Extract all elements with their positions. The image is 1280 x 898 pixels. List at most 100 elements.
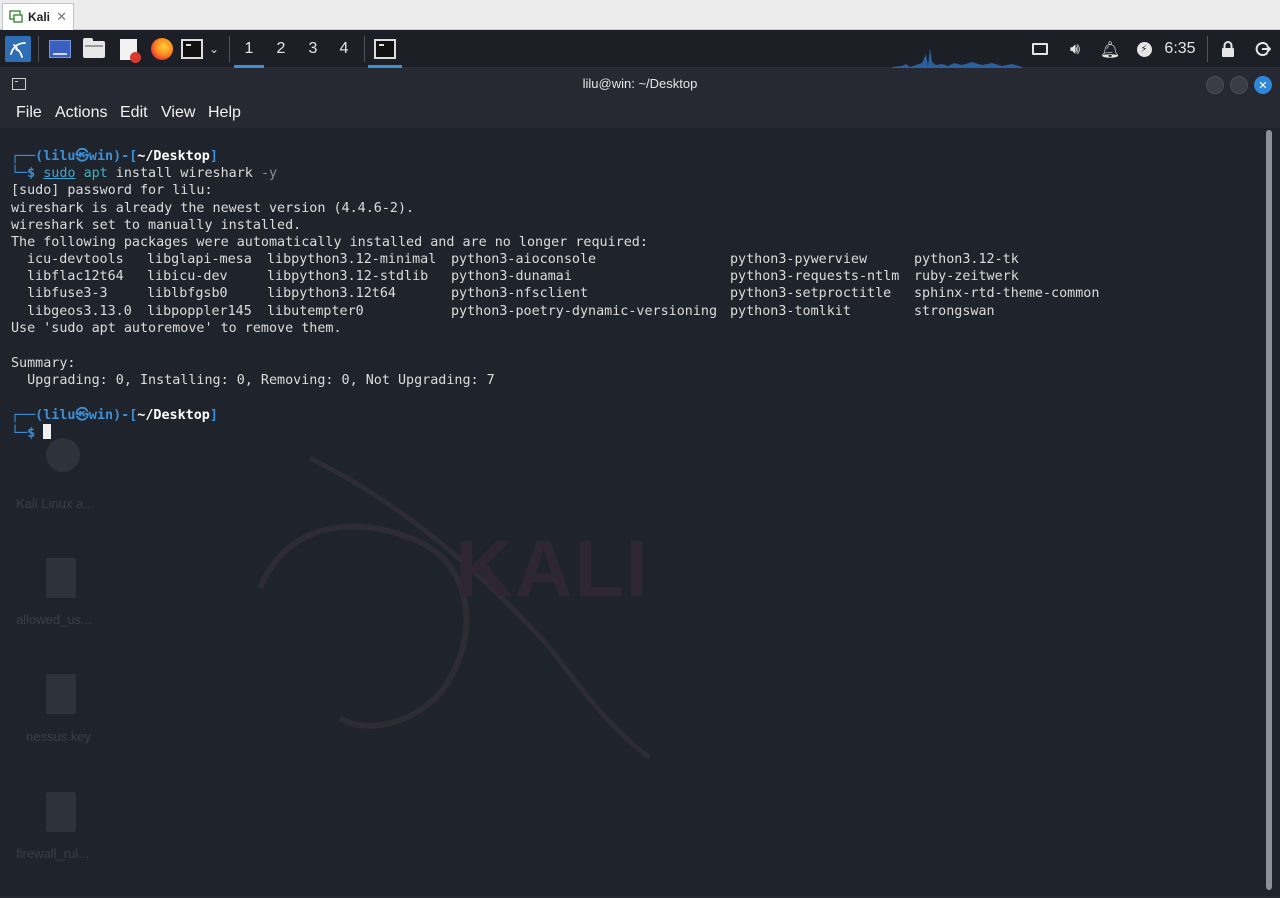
output-line: wireshark set to manually installed. — [11, 218, 302, 233]
workspace-2[interactable]: 2 — [266, 30, 296, 68]
vm-tab-strip: Kali ✕ — [0, 0, 1280, 30]
package-name: libpython3.12-stdlib — [267, 269, 429, 284]
package-name: libicu-dev — [147, 269, 228, 284]
kali-watermark-text: KALI — [455, 524, 650, 613]
prompt-line: ┌──(lilu㉿win)-[~/Desktop] — [11, 149, 218, 164]
text-editor-button[interactable] — [114, 30, 142, 68]
package-name: python3-setproctitle — [730, 286, 892, 301]
lightning-icon: ⚡︎ — [1136, 41, 1152, 57]
package-name: sphinx-rtd-theme-common — [914, 286, 1100, 301]
file-manager-button[interactable] — [80, 30, 108, 68]
menu-actions[interactable]: Actions — [55, 104, 107, 122]
volume-icon: 🔊︎ — [1069, 39, 1081, 58]
top-panel: ⌄ 1 2 3 4 🔊︎ 🔔︎ ⚡︎ 6:35 — [0, 30, 1280, 68]
vm-tab-close-icon[interactable]: ✕ — [56, 10, 67, 25]
volume-button[interactable]: 🔊︎ — [1063, 30, 1087, 68]
prompt-symbol: $ — [27, 166, 36, 181]
output-line: [sudo] password for lilu: — [11, 183, 213, 198]
package-name: liblbfgsb0 — [147, 286, 228, 301]
show-desktop-button[interactable] — [46, 30, 74, 68]
vm-tab-kali[interactable]: Kali ✕ — [2, 3, 74, 30]
package-row: libflac12t64 libicu-dev libpython3.12-st… — [0, 268, 1262, 285]
package-name: libglapi-mesa — [147, 252, 252, 267]
close-icon: ✕ — [1258, 78, 1268, 92]
scrollbar-thumb[interactable] — [1266, 130, 1272, 890]
prompt-dir: ~/Desktop — [137, 408, 210, 423]
menu-help[interactable]: Help — [208, 104, 241, 122]
package-name: python3-aioconsole — [451, 252, 597, 267]
command-args: install wireshark — [107, 166, 261, 181]
firefox-button[interactable] — [148, 30, 176, 68]
output-line: Upgrading: 0, Installing: 0, Removing: 0… — [11, 373, 495, 388]
vm-icon — [9, 8, 23, 27]
chevron-down-icon: ⌄ — [208, 42, 220, 56]
workspace-4[interactable]: 4 — [329, 30, 359, 68]
terminal-icon — [374, 39, 396, 59]
clock[interactable]: 6:35 — [1162, 30, 1198, 68]
package-name: icu-devtools — [27, 252, 124, 267]
menu-file[interactable]: File — [16, 104, 42, 122]
prompt-user: lilu — [43, 408, 76, 423]
package-name: python3-tomlkit — [730, 304, 851, 319]
command-line: └─$ sudo apt install wireshark -y — [11, 166, 278, 181]
kali-menu-button[interactable] — [4, 30, 32, 68]
window-title: lilu@win: ~/Desktop — [582, 76, 698, 91]
prompt-at: ㉿ — [75, 408, 89, 423]
monitor-icon — [1032, 43, 1048, 55]
prompt-dir: ~/Desktop — [137, 149, 210, 164]
package-name: strongswan — [914, 304, 995, 319]
package-name: python3-pywerview — [730, 252, 868, 267]
output-line: wireshark is already the newest version … — [11, 201, 415, 216]
package-row: libgeos3.13.0 libpoppler145 libutempter0… — [0, 303, 1262, 320]
prompt-host: win — [88, 408, 114, 423]
terminal-output-area[interactable]: KALI Kali Linux a... allowed_us... nessu… — [0, 128, 1262, 896]
desktop-icon-label: nessus.key — [26, 729, 92, 744]
prompt-user: lilu — [43, 149, 76, 164]
terminal-launcher-button[interactable] — [180, 30, 204, 68]
package-row: icu-devtools libglapi-mesa libpython3.12… — [0, 251, 1262, 268]
package-name: python3.12-tk — [914, 252, 1019, 267]
lock-icon — [1222, 41, 1234, 57]
package-name: libfuse3-3 — [27, 286, 108, 301]
kali-dragon-icon — [5, 36, 31, 62]
minimize-button[interactable] — [1206, 76, 1224, 94]
logout-button[interactable] — [1251, 30, 1275, 68]
bell-icon: 🔔︎ — [1099, 39, 1121, 59]
vm-tab-label: Kali — [28, 10, 51, 24]
desktop-file-icon — [46, 792, 76, 832]
folder-icon — [83, 37, 105, 58]
desktop-icon-label: Kali Linux a... — [16, 496, 95, 511]
command-line[interactable]: └─$ — [11, 424, 52, 441]
power-status-button[interactable]: ⚡︎ — [1132, 30, 1156, 68]
launcher-dropdown[interactable]: ⌄ — [205, 30, 223, 68]
close-button[interactable]: ✕ — [1254, 76, 1272, 94]
package-name: python3-poetry-dynamic-versioning — [451, 304, 718, 319]
clock-text: 6:35 — [1164, 40, 1196, 57]
menu-view[interactable]: View — [161, 104, 195, 122]
window-titlebar[interactable]: lilu@win: ~/Desktop ✕ — [0, 68, 1280, 102]
workspace-1[interactable]: 1 — [234, 30, 264, 68]
prompt-symbol: $ — [27, 426, 36, 441]
package-name: libflac12t64 — [27, 269, 124, 284]
lock-screen-button[interactable] — [1216, 30, 1240, 68]
desktop-disc-icon — [46, 438, 80, 472]
notifications-button[interactable]: 🔔︎ — [1098, 30, 1122, 68]
package-name: libpython3.12t64 — [267, 286, 396, 301]
logout-icon — [1255, 42, 1271, 56]
desktop-icon — [49, 40, 71, 58]
workspace-3[interactable]: 3 — [298, 30, 328, 68]
terminal-scrollbar[interactable] — [1262, 128, 1280, 896]
output-line: The following packages were automaticall… — [11, 235, 648, 250]
prompt-line: ┌──(lilu㉿win)-[~/Desktop] — [11, 408, 218, 423]
desktop-icon-label: firewall_rul... — [16, 846, 89, 861]
terminal-window: lilu@win: ~/Desktop ✕ File Actions Edit … — [0, 68, 1280, 898]
package-row: libfuse3-3 liblbfgsb0 libpython3.12t64 p… — [0, 285, 1262, 302]
package-name: libgeos3.13.0 — [27, 304, 132, 319]
display-button[interactable] — [1028, 30, 1052, 68]
taskbar-terminal-window[interactable] — [368, 30, 402, 68]
package-name: libpython3.12-minimal — [267, 252, 437, 267]
menu-edit[interactable]: Edit — [120, 104, 148, 122]
maximize-button[interactable] — [1230, 76, 1248, 94]
desktop-file-icon — [46, 558, 76, 598]
command-sudo: sudo — [43, 166, 76, 181]
